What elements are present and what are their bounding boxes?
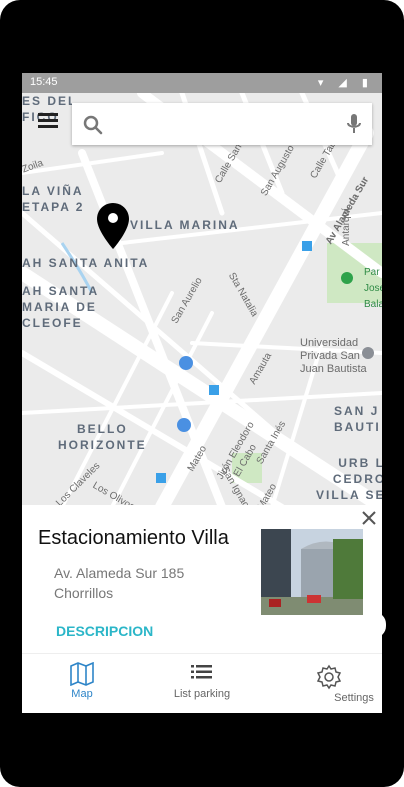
search-input[interactable] (112, 111, 326, 137)
status-bar: 15:45 ▾ ◢ ▮ (22, 73, 382, 93)
nav-settings[interactable]: Settings (262, 654, 382, 713)
side-tab (374, 612, 386, 638)
microphone-icon[interactable] (346, 113, 362, 140)
search-icon[interactable] (82, 114, 104, 141)
map-label: VILLA MARINA (130, 218, 240, 232)
map-label: AH SANTA MARIA DE CLEOFE (22, 284, 100, 330)
description-link[interactable]: DESCRIPCION (56, 623, 153, 639)
parking-address: Av. Alameda Sur 185 Chorrillos (54, 565, 185, 601)
bottom-navigation: Map List parking Settings (22, 653, 382, 713)
nav-list-parking[interactable]: List parking (142, 654, 262, 713)
map-label: Par Jose Bala (364, 267, 382, 310)
map-label: BELLO HORIZONTE (58, 422, 147, 452)
map-label: AH SANTA ANITA (22, 256, 150, 270)
nav-map-label: Map (71, 688, 93, 700)
map-label: Antarquí (340, 208, 352, 246)
search-bar[interactable] (72, 103, 372, 145)
parking-photo (261, 529, 363, 615)
phone-frame: 15:45 ▾ ◢ ▮ ES DEL FICO LA VIÑA ETAPA 2 … (0, 0, 404, 787)
screen: 15:45 ▾ ◢ ▮ ES DEL FICO LA VIÑA ETAPA 2 … (22, 73, 382, 713)
menu-icon[interactable] (38, 113, 58, 129)
status-time: 15:45 (30, 76, 58, 88)
nav-list-label: List parking (173, 688, 231, 700)
map-icon (70, 662, 94, 686)
status-icons: ▾ ◢ ▮ (317, 77, 374, 89)
nav-map[interactable]: Map (22, 654, 142, 713)
map-view[interactable]: ES DEL FICO LA VIÑA ETAPA 2 VILLA MARINA… (22, 93, 382, 518)
map-label: Universidad Privada San Juan Bautista (300, 337, 367, 375)
nav-settings-label: Settings (334, 692, 374, 704)
gear-icon (316, 664, 342, 690)
parking-title: Estacionamiento Villa (38, 527, 229, 549)
parking-detail-card: Estacionamiento Villa Av. Alameda Sur 18… (22, 505, 382, 653)
map-label: LA VIÑA ETAPA 2 (22, 184, 85, 214)
map-label: SAN J BAUTI (334, 404, 381, 434)
list-icon (191, 665, 212, 679)
